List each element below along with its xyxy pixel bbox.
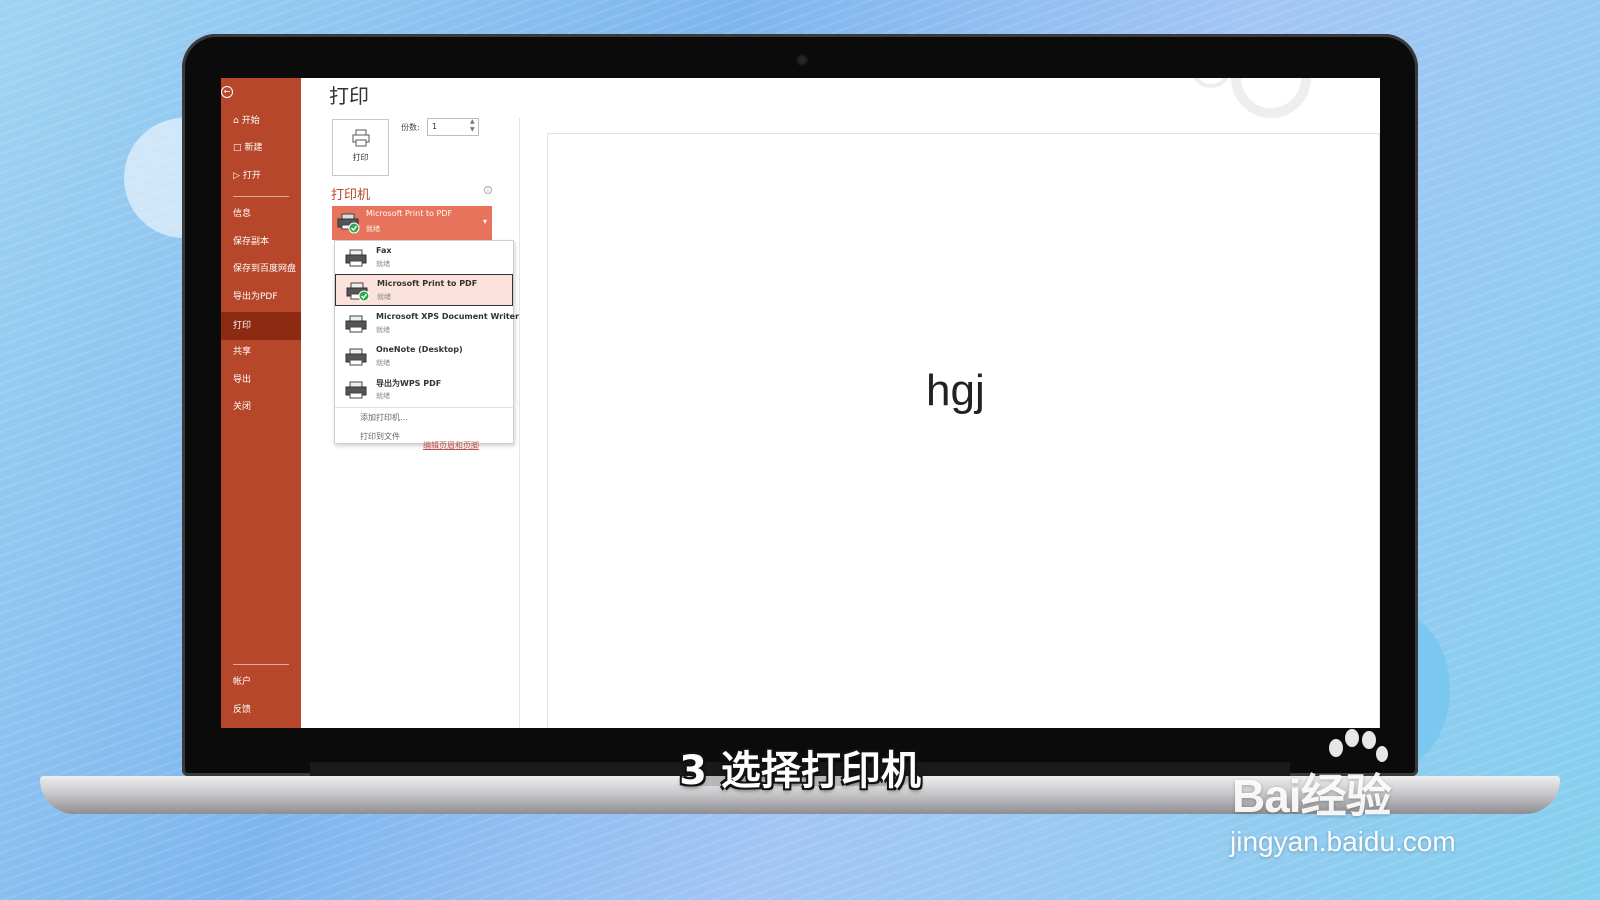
add-printer-link[interactable]: 添加打印机... [360, 412, 408, 423]
printer-select[interactable]: Microsoft Print to PDF 就绪 ▾ [332, 206, 492, 240]
info-icon[interactable]: i [484, 186, 492, 194]
printer-dropdown: Fax 就绪 Microsoft Print to PDF 就绪 Microso… [334, 240, 519, 444]
copies-spinner[interactable]: ▲ ▼ [470, 118, 475, 134]
decorative-circle [1231, 78, 1311, 118]
printer-option-onenote[interactable]: OneNote (Desktop) 就绪 [335, 341, 513, 373]
home-icon: ⌂ [233, 116, 239, 126]
print-to-file-option[interactable]: 打印到文件 [360, 431, 400, 442]
app-screen: ← ⌂ 开始 □ 新建 ▷ 打开 信息 保存副本 保存到百度网盘 导出为PDF 打印 … [221, 78, 1380, 728]
back-arrow-icon[interactable]: ← [221, 86, 233, 98]
selected-printer-name: Microsoft Print to PDF [366, 209, 453, 218]
decorative-circle [1191, 78, 1231, 88]
sidebar-item-print[interactable]: 打印 [221, 312, 301, 340]
page-title: 打印 [329, 84, 369, 108]
printer-icon [345, 348, 367, 366]
chevron-down-icon: ▾ [482, 217, 487, 226]
printer-icon [345, 315, 367, 333]
copies-label: 份数: [401, 123, 420, 132]
sidebar-item-export-pdf[interactable]: 导出为PDF [221, 285, 301, 309]
preview-text: hgj [926, 366, 985, 415]
baidu-jingyan-url: jingyan.baidu.com [1230, 826, 1456, 857]
printer-ready-icon [337, 213, 360, 234]
open-folder-icon: ▷ [233, 171, 240, 181]
print-button[interactable]: 打印 [332, 119, 389, 176]
printer-icon [352, 129, 369, 147]
sidebar-item-share[interactable]: 共享 [221, 340, 301, 364]
sidebar-item-save-copy[interactable]: 保存副本 [221, 230, 301, 254]
print-preview-page: hgj [547, 133, 1380, 728]
sidebar-item-export[interactable]: 导出 [221, 368, 301, 392]
sidebar-item-home[interactable]: ⌂ 开始 [221, 109, 301, 133]
camera-icon [798, 56, 806, 64]
printer-ready-icon [346, 282, 370, 302]
sidebar-item-new[interactable]: □ 新建 [221, 136, 301, 160]
selected-printer-status: 就绪 [366, 225, 380, 233]
baidu-jingyan-logo: Bai经验 [1232, 770, 1392, 822]
sidebar-item-save-to-cloud[interactable]: 保存到百度网盘 [221, 257, 301, 281]
sidebar-item-close[interactable]: 关闭 [221, 395, 301, 419]
backstage-sidebar: ← ⌂ 开始 □ 新建 ▷ 打开 信息 保存副本 保存到百度网盘 导出为PDF 打印 … [221, 78, 301, 728]
printer-option-xps-writer[interactable]: Microsoft XPS Document Writer 就绪 [335, 308, 519, 340]
print-button-label: 打印 [352, 153, 369, 162]
edit-header-footer-link[interactable]: 编辑页眉和页脚 [423, 440, 479, 451]
printer-option-wps-pdf[interactable]: 导出为WPS PDF 就绪 [335, 374, 513, 406]
sidebar-divider [233, 196, 289, 197]
printer-section-title: 打印机 [331, 188, 371, 203]
dropdown-divider [335, 407, 513, 408]
printer-option-fax[interactable]: Fax 就绪 [335, 242, 513, 274]
printer-icon [345, 249, 367, 267]
sidebar-divider [233, 664, 289, 665]
printer-option-ms-print-to-pdf[interactable]: Microsoft Print to PDF 就绪 [335, 274, 513, 306]
sidebar-item-feedback[interactable]: 反馈 [221, 698, 301, 722]
sidebar-item-info[interactable]: 信息 [221, 202, 301, 226]
sidebar-item-open[interactable]: ▷ 打开 [221, 164, 301, 188]
new-doc-icon: □ [233, 143, 242, 153]
sidebar-item-account[interactable]: 帐户 [221, 670, 301, 694]
printer-icon [345, 381, 367, 399]
panel-divider [519, 118, 520, 728]
